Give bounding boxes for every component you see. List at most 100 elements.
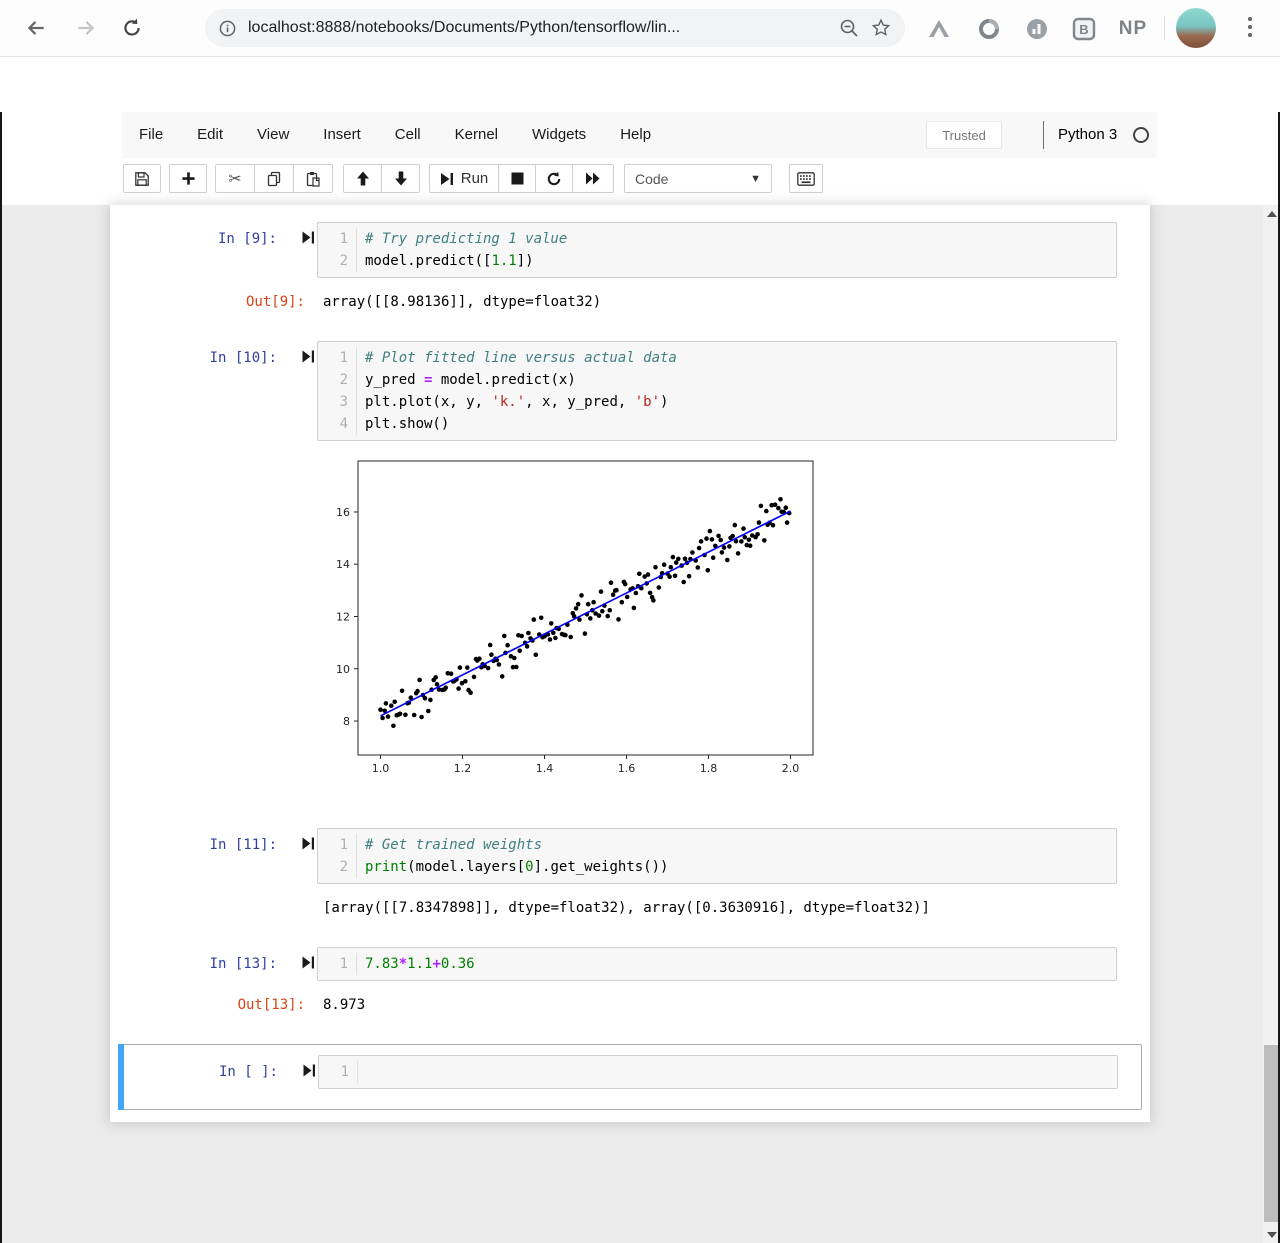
svg-text:1.4: 1.4 [536,762,554,775]
zoom-out-icon[interactable] [839,18,859,38]
cell-type-value: Code [635,171,668,187]
menu-item-widgets[interactable]: Widgets [515,112,603,158]
np-extension-icon[interactable]: NP [1112,16,1154,42]
svg-text:1.8: 1.8 [700,762,718,775]
bookmark-star-icon[interactable] [871,18,891,38]
restart-kernel-button[interactable] [535,164,573,193]
step-forward-icon [440,172,454,186]
line-number: 1 [319,1061,358,1083]
forward-arrow-icon[interactable] [72,14,100,42]
menubar: File Edit View Insert Cell Kernel Widget… [122,112,1157,158]
run-button[interactable]: Run [429,164,499,193]
keyboard-icon [797,172,815,186]
code-text: # Get trained weights [357,834,542,856]
move-cell-up-button[interactable] [343,164,382,193]
output-text: array([[8.98136]], dtype=float32) [323,291,601,313]
code-input[interactable]: 1 [318,1055,1118,1089]
run-cell-icon[interactable] [277,828,317,855]
code-text: plt.plot(x, y, 'k.', x, y_pred, 'b') [357,391,668,413]
cut-button[interactable]: ✂ [215,164,255,193]
menu-item-insert[interactable]: Insert [306,112,378,158]
run-cell-icon[interactable] [277,341,317,368]
code-cell[interactable]: In [9]: 1# Try predicting 1 value2model.p… [118,222,1142,313]
cell-input-row: In [11]:1# Get trained weights2print(mod… [118,828,1142,884]
cell-output-row: Out[13]:8.973 [118,994,1142,1016]
menu-item-edit[interactable]: Edit [180,112,240,158]
back-arrow-icon[interactable] [22,14,50,42]
address-bar[interactable]: localhost:8888/notebooks/Documents/Pytho… [205,9,905,47]
kernel-idle-indicator-icon [1133,127,1149,143]
code-line: 17.83*1.1+0.36 [318,953,1116,975]
code-text: # Plot fitted line versus actual data [357,347,677,369]
output-text: 8.973 [323,994,365,1016]
code-cell[interactable]: In [11]:1# Get trained weights2print(mod… [118,828,1142,919]
code-cell[interactable]: In [ ]: 1 [118,1044,1142,1110]
restart-run-all-button[interactable] [572,164,614,193]
cell-input-row: In [ ]: 1 [119,1055,1141,1089]
plus-icon [181,171,196,186]
drive-extension-icon[interactable] [926,16,952,42]
fitted-line-scatter-chart: 1.01.21.41.61.82.0810121416 [323,453,823,783]
browser-menu-icon[interactable] [1248,17,1252,37]
profile-avatar[interactable] [1176,8,1216,48]
code-text: print(model.layers[0].get_weights()) [357,856,668,878]
copy-button[interactable] [254,164,294,193]
line-number: 4 [318,413,357,435]
save-button[interactable] [123,164,161,193]
scrollbar-thumb[interactable] [1264,1045,1279,1222]
menu-item-kernel[interactable]: Kernel [438,112,515,158]
browser-toolbar: localhost:8888/notebooks/Documents/Pytho… [0,0,1280,57]
code-cell[interactable]: In [10]:1# Plot fitted line versus actua… [118,341,1142,788]
code-input[interactable]: 17.83*1.1+0.36 [317,947,1117,981]
output-prompt [118,897,305,919]
svg-text:12: 12 [336,610,350,623]
menu-item-file[interactable]: File [122,112,180,158]
code-line: 1 [319,1061,1117,1083]
svg-text:1.0: 1.0 [372,762,390,775]
divider [1164,16,1165,40]
stats-extension-icon[interactable] [1024,16,1050,42]
code-cell[interactable]: In [13]:17.83*1.1+0.36Out[13]:8.973 [118,947,1142,1016]
toolbar: ✂ Run [0,158,1280,205]
line-number: 1 [318,347,357,369]
paste-button[interactable] [293,164,333,193]
b-extension-icon[interactable]: B [1071,16,1097,42]
svg-text:1.6: 1.6 [618,762,636,775]
copy-icon [266,171,282,187]
cell-output-row: Out[9]: array([[8.98136]], dtype=float32) [118,291,1142,313]
menu-item-cell[interactable]: Cell [378,112,438,158]
code-line: 4plt.show() [318,413,1116,435]
add-cell-button[interactable] [169,164,207,193]
interrupt-kernel-button[interactable] [498,164,536,193]
code-text: 7.83*1.1+0.36 [357,953,475,975]
command-palette-button[interactable] [789,164,823,193]
run-cell-icon[interactable] [277,222,317,249]
code-text: # Try predicting 1 value [357,228,567,250]
ring-extension-icon[interactable] [976,16,1002,42]
code-input[interactable]: 1# Plot fitted line versus actual data2y… [317,341,1117,441]
svg-text:10: 10 [336,663,350,676]
restart-icon [546,171,562,187]
output-text: [array([[7.8347898]], dtype=float32), ar… [323,897,930,919]
line-number: 1 [318,228,357,250]
input-prompt: In [9]: [118,222,277,250]
url-text[interactable]: localhost:8888/notebooks/Documents/Pytho… [248,19,827,37]
code-input[interactable]: 1# Get trained weights2print(model.layer… [317,828,1117,884]
chevron-down-icon: ▼ [750,173,761,185]
code-text: model.predict([1.1]) [357,250,534,272]
trusted-badge[interactable]: Trusted [926,121,1002,149]
line-number: 3 [318,391,357,413]
move-cell-down-button[interactable] [381,164,420,193]
run-cell-icon[interactable] [277,947,317,974]
output-prompt: Out[9]: [118,291,305,313]
menu-item-view[interactable]: View [240,112,306,158]
menu-item-help[interactable]: Help [603,112,668,158]
run-cell-icon[interactable] [278,1055,318,1082]
cell-type-dropdown[interactable]: Code ▼ [624,164,772,193]
page-info-icon[interactable] [219,20,236,37]
reload-icon[interactable] [118,14,146,42]
cell-output-chart: 1.01.21.41.61.82.0810121416 [323,453,1142,788]
code-input[interactable]: 1# Try predicting 1 value2model.predict(… [317,222,1117,278]
notebook: In [9]: 1# Try predicting 1 value2model.p… [110,205,1150,1122]
input-prompt: In [ ]: [119,1055,278,1083]
